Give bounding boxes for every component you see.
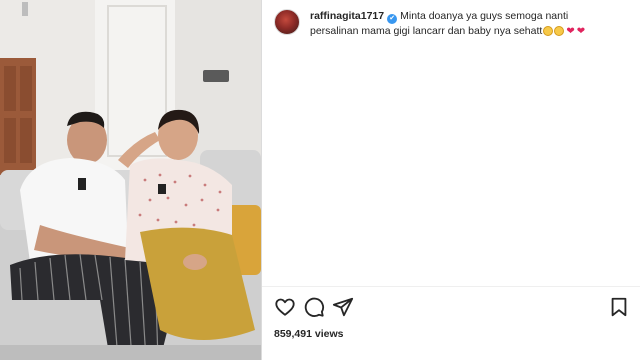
comment-icon[interactable] xyxy=(303,296,325,318)
caption: raffinagita1717 ✔ Minta doanya ya guys sem… xyxy=(310,9,600,39)
post-video[interactable] xyxy=(0,0,261,360)
post-actions xyxy=(274,296,630,318)
bookmark-icon[interactable] xyxy=(608,296,630,318)
video-frame-image xyxy=(0,0,261,360)
views-count[interactable]: 859,491 views xyxy=(274,328,343,340)
red-heart-emoji-icon: ❤ xyxy=(576,26,586,37)
caption-row: raffinagita1717 ✔ Minta doanya ya guys sem… xyxy=(274,9,628,39)
heart-icon[interactable] xyxy=(274,296,296,318)
instagram-post: raffinagita1717 ✔ Minta doanya ya guys sem… xyxy=(0,0,640,360)
actions-divider xyxy=(262,286,640,287)
post-side-panel: raffinagita1717 ✔ Minta doanya ya guys sem… xyxy=(262,0,640,360)
red-heart-emoji-icon: ❤ xyxy=(566,26,575,37)
username-link[interactable]: raffinagita1717 xyxy=(310,10,384,22)
grinning-face-emoji-icon xyxy=(554,26,565,36)
share-icon[interactable] xyxy=(332,296,354,318)
avatar[interactable] xyxy=(274,9,300,35)
verified-badge-icon: ✔ xyxy=(387,14,398,24)
grinning-face-emoji-icon xyxy=(543,26,554,36)
